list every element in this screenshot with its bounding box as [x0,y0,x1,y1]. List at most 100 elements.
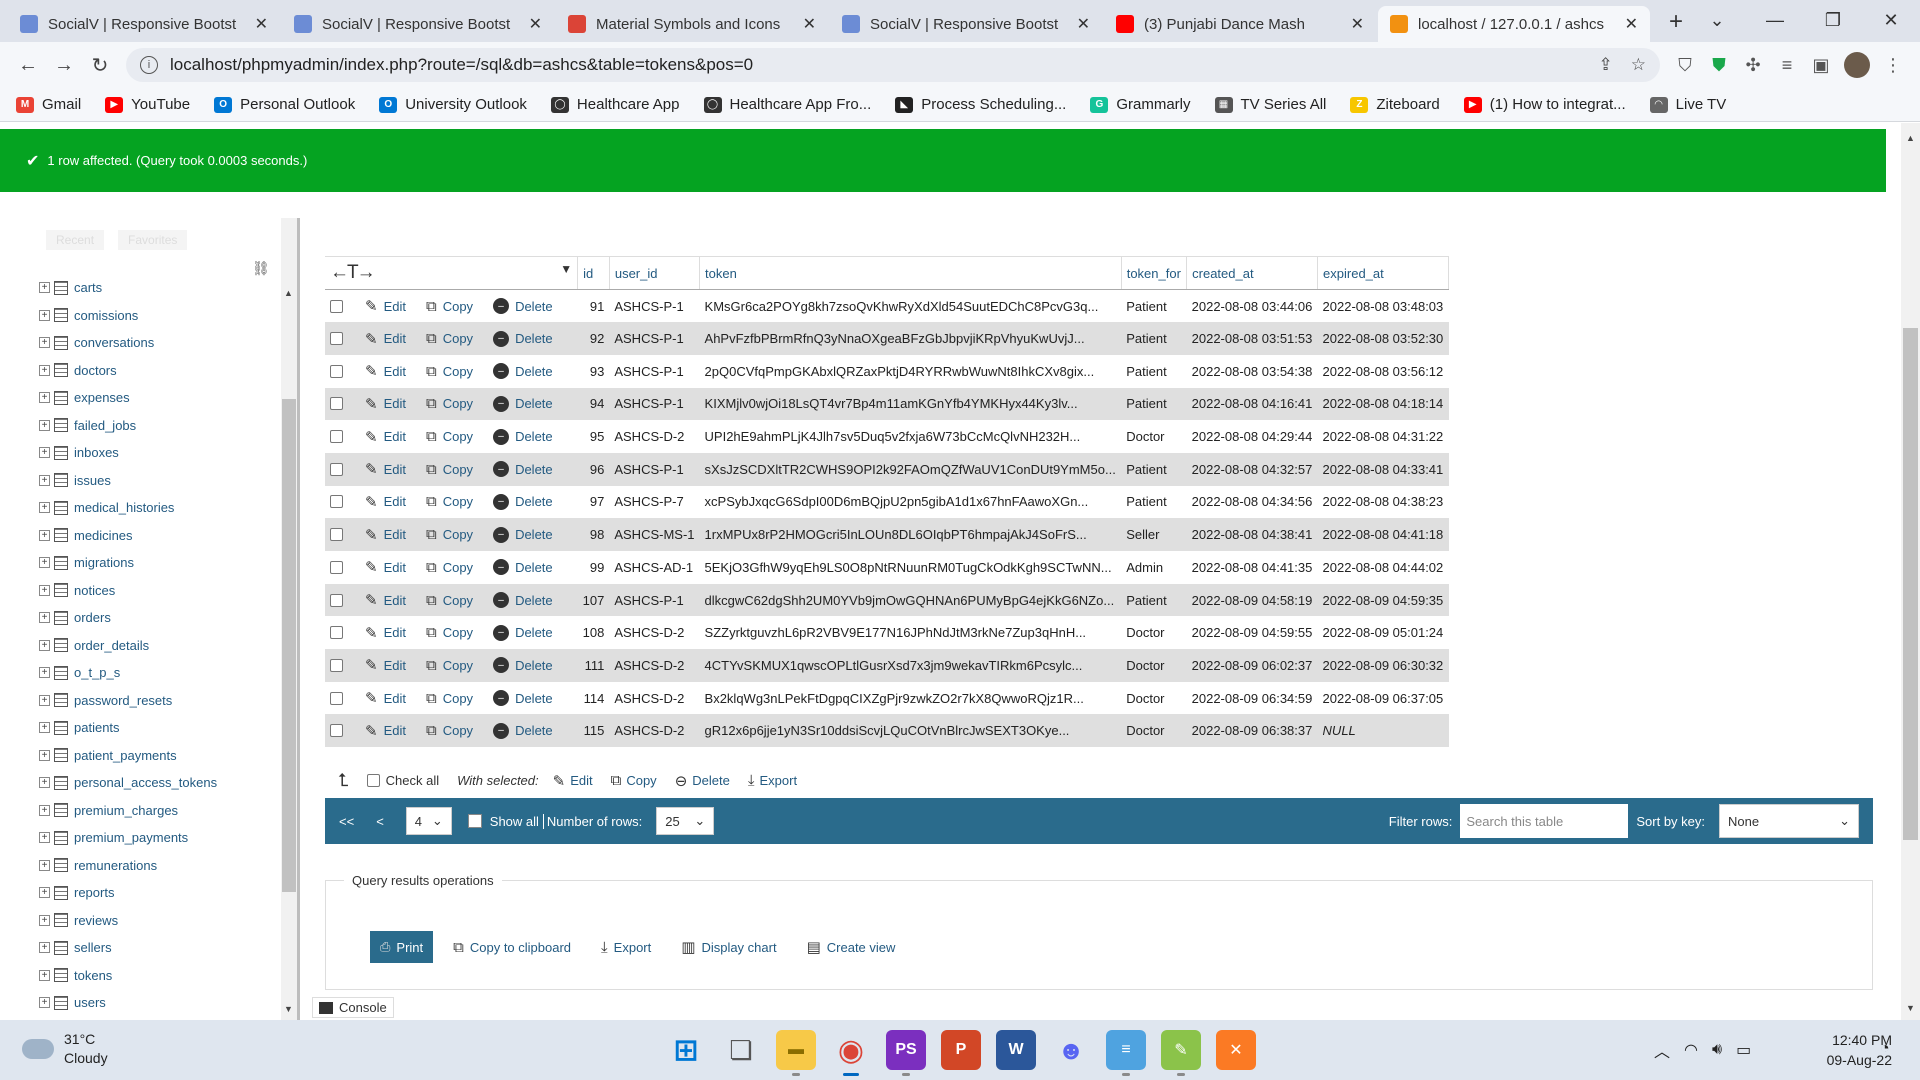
cell-created-at[interactable]: 2022-08-08 03:54:38 [1186,354,1318,388]
delete-row-button[interactable]: – Delete [493,395,553,412]
close-tab-icon[interactable]: ✕ [1625,14,1638,34]
edit-row-button[interactable]: ✎ Edit [365,297,406,315]
cell-token-for[interactable]: Patient [1121,485,1187,519]
row-checkbox[interactable] [330,397,343,411]
edit-row-button[interactable]: ✎ Edit [365,330,406,348]
bulk-copy-button[interactable]: ⧉ Copy [611,772,657,789]
table-icon[interactable] [54,473,68,488]
sort-by-key-select[interactable]: None ⌄ [1719,804,1859,838]
cell-token[interactable]: 5EKjO3GfhW9yqEh9LS0O8pNtRNuunRM0TugCkOdk… [699,551,1122,584]
table-name[interactable]: tokens [74,968,112,983]
table-name[interactable]: carts [74,280,102,295]
tree-item-carts[interactable]: + carts [26,274,276,302]
tree-item-sellers[interactable]: + sellers [26,934,276,962]
scroll-up-arrow-icon[interactable]: ▲ [284,288,293,298]
bookmark-star-icon[interactable]: ☆ [1631,55,1646,75]
cell-token-for[interactable]: Patient [1121,583,1187,617]
cell-expired-at[interactable]: 2022-08-08 04:44:02 [1317,551,1449,584]
cell-expired-at[interactable]: 2022-08-08 04:41:18 [1317,518,1449,551]
cell-expired-at[interactable]: 2022-08-09 06:37:05 [1317,681,1449,715]
expand-plus-icon[interactable]: + [39,997,50,1009]
check-all-checkbox[interactable] [366,774,380,787]
table-name[interactable]: personal_access_tokens [74,775,217,790]
cell-expired-at[interactable]: 2022-08-09 05:01:24 [1317,616,1449,650]
cell-created-at[interactable]: 2022-08-09 06:38:37 [1186,714,1318,748]
tree-item-reviews[interactable]: + reviews [26,907,276,935]
console-toggle[interactable]: Console [312,997,394,1018]
cell-token-for[interactable]: Patient [1121,354,1187,388]
cell-token-for[interactable]: Patient [1121,289,1187,323]
image-editor-icon[interactable]: ✎ [1161,1030,1201,1076]
cell-token[interactable]: Bx2klqWg3nLPekFtDgpqCIXZgPjr9zwkZO2r7kX8… [699,681,1122,715]
tree-item-premium-payments[interactable]: + premium_payments [26,824,276,852]
cell-id[interactable]: 94 [577,387,610,421]
copy-row-button[interactable]: ⧉ Copy [426,330,473,347]
cell-id[interactable]: 99 [577,551,610,584]
cell-id[interactable]: 98 [577,518,610,551]
browser-tab[interactable]: SocialV | Responsive Bootst ✕ [8,6,280,42]
expand-plus-icon[interactable]: + [39,309,50,321]
cell-user-id[interactable]: ASHCS-AD-1 [609,551,700,584]
number-of-rows-select[interactable]: 25 ⌄ [656,807,715,835]
tree-item-users[interactable]: + users [26,989,276,1017]
table-name[interactable]: comissions [74,308,138,323]
cell-expired-at[interactable]: 2022-08-09 04:59:35 [1317,583,1449,617]
tree-item-remunerations[interactable]: + remunerations [26,852,276,880]
table-name[interactable]: patient_payments [74,748,177,763]
table-icon[interactable] [54,803,68,818]
row-checkbox[interactable] [330,658,343,672]
cell-id[interactable]: 114 [577,681,610,715]
cell-token-for[interactable]: Doctor [1121,681,1187,715]
cell-token-for[interactable]: Doctor [1121,420,1187,453]
cell-user-id[interactable]: ASHCS-P-1 [609,289,700,323]
cell-token-for[interactable]: Doctor [1121,649,1187,682]
table-icon[interactable] [54,693,68,708]
cell-expired-at[interactable]: 2022-08-08 04:31:22 [1317,420,1449,453]
browser-menu-icon[interactable]: ⋮ [1876,48,1910,82]
expand-plus-icon[interactable]: + [39,887,50,899]
xampp-icon[interactable]: ✕ [1216,1030,1256,1070]
cell-created-at[interactable]: 2022-08-08 04:29:44 [1186,420,1318,453]
delete-row-button[interactable]: – Delete [493,493,553,510]
notepad-icon[interactable]: ≡ [1106,1030,1146,1076]
bookmark-item[interactable]: Z Ziteboard [1350,96,1440,113]
table-icon[interactable] [54,445,68,460]
browser-tab[interactable]: SocialV | Responsive Bootst ✕ [282,6,554,42]
bookmark-item[interactable]: ▶ YouTube [105,96,190,113]
row-checkbox[interactable] [330,299,343,313]
delete-row-button[interactable]: – Delete [493,559,553,576]
edit-row-button[interactable]: ✎ Edit [365,395,406,413]
row-checkbox[interactable] [330,560,343,574]
row-checkbox[interactable] [330,462,343,476]
first-page-button[interactable]: << [339,814,354,829]
table-name[interactable]: premium_charges [74,803,178,818]
tree-item-patients[interactable]: + patients [26,714,276,742]
cell-expired-at[interactable]: 2022-08-08 03:48:03 [1317,289,1449,323]
cell-id[interactable]: 97 [577,485,610,519]
scroll-down-arrow-icon[interactable]: ▼ [1906,1003,1915,1013]
copy-row-button[interactable]: ⧉ Copy [426,559,473,576]
task-view-icon[interactable]: ❏ [721,1030,761,1070]
copy-row-button[interactable]: ⧉ Copy [426,624,473,641]
table-name[interactable]: reviews [74,913,118,928]
table-name[interactable]: inboxes [74,445,119,460]
expand-plus-icon[interactable]: + [39,694,50,706]
cell-created-at[interactable]: 2022-08-09 06:02:37 [1186,649,1318,682]
table-name[interactable]: order_details [74,638,149,653]
table-name[interactable]: issues [74,473,111,488]
table-icon[interactable] [54,390,68,405]
bookmark-item[interactable]: G Grammarly [1090,96,1191,113]
tab-favorites[interactable]: Favorites [118,230,188,250]
table-icon[interactable] [54,913,68,928]
table-icon[interactable] [54,968,68,983]
browser-tab[interactable]: (3) Punjabi Dance Mash ✕ [1104,6,1376,42]
tree-item-failed-jobs[interactable]: + failed_jobs [26,412,276,440]
delete-row-button[interactable]: – Delete [493,722,553,739]
close-tab-icon[interactable]: ✕ [255,14,268,34]
tree-item-order-details[interactable]: + order_details [26,632,276,660]
table-icon[interactable] [54,858,68,873]
word-icon[interactable]: W [996,1030,1036,1070]
row-checkbox[interactable] [330,593,343,607]
table-name[interactable]: migrations [74,555,134,570]
table-name[interactable]: doctors [74,363,117,378]
